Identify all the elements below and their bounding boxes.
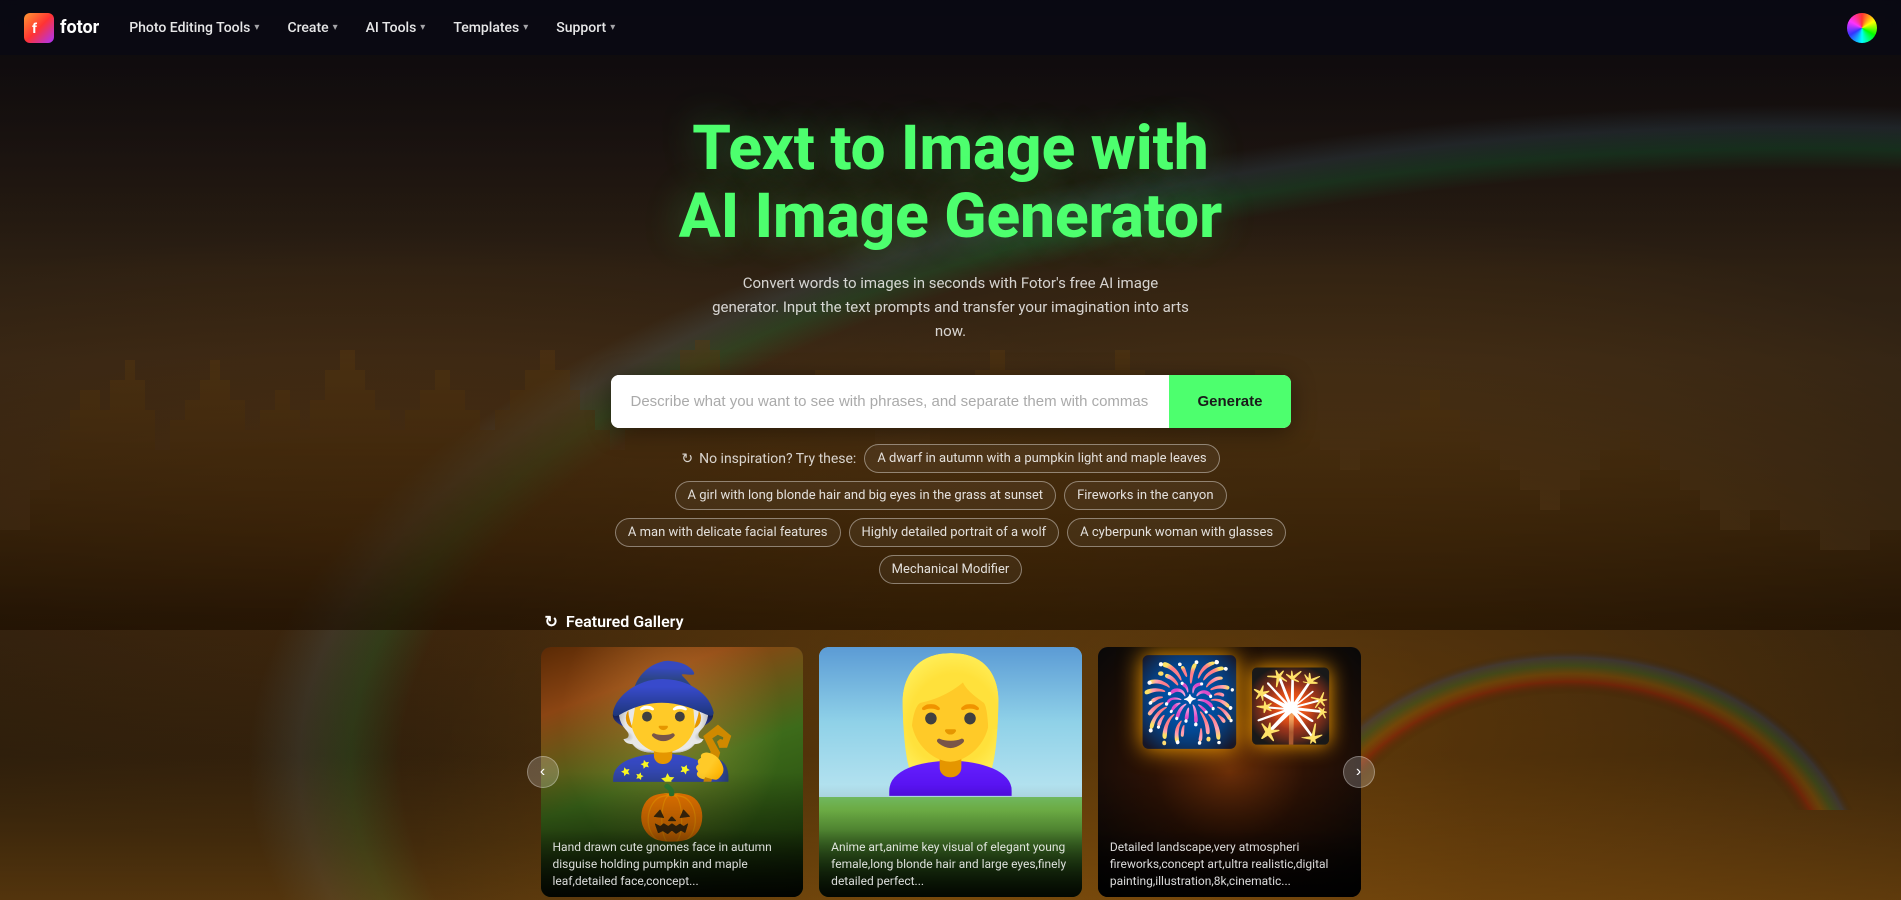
gallery-card-caption-1: Anime art,anime key visual of elegant yo…	[819, 829, 1082, 897]
no-inspiration-label: ↻ No inspiration? Try these:	[681, 451, 856, 467]
carousel-prev-button[interactable]: ‹	[527, 756, 559, 788]
featured-gallery: ↻ Featured Gallery ‹ 🧙 🎃 Hand drawn cute…	[541, 612, 1361, 897]
gallery-carousel: 🧙 🎃 Hand drawn cute gnomes face in autum…	[541, 647, 1361, 897]
nav-create[interactable]: Create ▾	[277, 14, 347, 42]
gallery-card-2: 🎆 🎇 Detailed landscape,very atmospheri f…	[1098, 647, 1361, 897]
search-bar: Generate	[611, 375, 1291, 428]
prompt-input[interactable]	[611, 375, 1170, 428]
gallery-card-caption-2: Detailed landscape,very atmospheri firew…	[1098, 829, 1361, 897]
chevron-down-icon: ▾	[420, 22, 425, 33]
hero-subtitle: Convert words to images in seconds with …	[710, 271, 1190, 343]
chevron-down-icon: ▾	[610, 22, 615, 33]
gallery-icon: ↻	[545, 612, 558, 631]
chevron-down-icon: ▾	[254, 22, 259, 33]
gallery-header: ↻ Featured Gallery	[541, 612, 1361, 631]
nav-support[interactable]: Support ▾	[546, 14, 625, 42]
avatar[interactable]	[1847, 13, 1877, 43]
refresh-icon: ↻	[681, 451, 693, 467]
gallery-card-1: 👱‍♀️ Anime art,anime key visual of elega…	[819, 647, 1082, 897]
nav-photo-editing[interactable]: Photo Editing Tools ▾	[119, 14, 269, 42]
gallery-card-0: 🧙 🎃 Hand drawn cute gnomes face in autum…	[541, 647, 804, 897]
chevron-down-icon: ▾	[333, 22, 338, 33]
hero-section: Text to Image with AI Image Generator Co…	[0, 0, 1901, 900]
gallery-card-caption-0: Hand drawn cute gnomes face in autumn di…	[541, 829, 804, 897]
gallery-carousel-wrap: ‹ 🧙 🎃 Hand drawn cute gnomes face in aut…	[541, 647, 1361, 897]
nav-ai-tools[interactable]: AI Tools ▾	[356, 14, 436, 42]
navbar: f fotor Photo Editing Tools ▾ Create ▾ A…	[0, 0, 1901, 55]
hero-title: Text to Image with AI Image Generator	[679, 115, 1222, 251]
gallery-title: Featured Gallery	[566, 612, 684, 631]
suggestion-pill-1[interactable]: A girl with long blonde hair and big eye…	[675, 481, 1057, 510]
chevron-down-icon: ▾	[523, 22, 528, 33]
suggestion-pill-5[interactable]: A cyberpunk woman with glasses	[1067, 518, 1286, 547]
svg-text:f: f	[32, 21, 38, 37]
suggestion-pill-0[interactable]: A dwarf in autumn with a pumpkin light a…	[864, 444, 1219, 473]
suggestion-pill-4[interactable]: Highly detailed portrait of a wolf	[849, 518, 1060, 547]
logo[interactable]: f fotor	[24, 13, 99, 43]
suggestion-pill-6[interactable]: Mechanical Modifier	[879, 555, 1023, 584]
logo-icon: f	[24, 13, 54, 43]
nav-templates[interactable]: Templates ▾	[443, 14, 538, 42]
generate-button[interactable]: Generate	[1169, 375, 1290, 428]
carousel-next-button[interactable]: ›	[1343, 756, 1375, 788]
suggestion-pill-3[interactable]: A man with delicate facial features	[615, 518, 841, 547]
hero-content: Text to Image with AI Image Generator Co…	[659, 55, 1242, 375]
suggestions-area: ↻ No inspiration? Try these: A dwarf in …	[561, 444, 1341, 584]
suggestion-pill-2[interactable]: Fireworks in the canyon	[1064, 481, 1226, 510]
logo-text: fotor	[60, 17, 99, 38]
